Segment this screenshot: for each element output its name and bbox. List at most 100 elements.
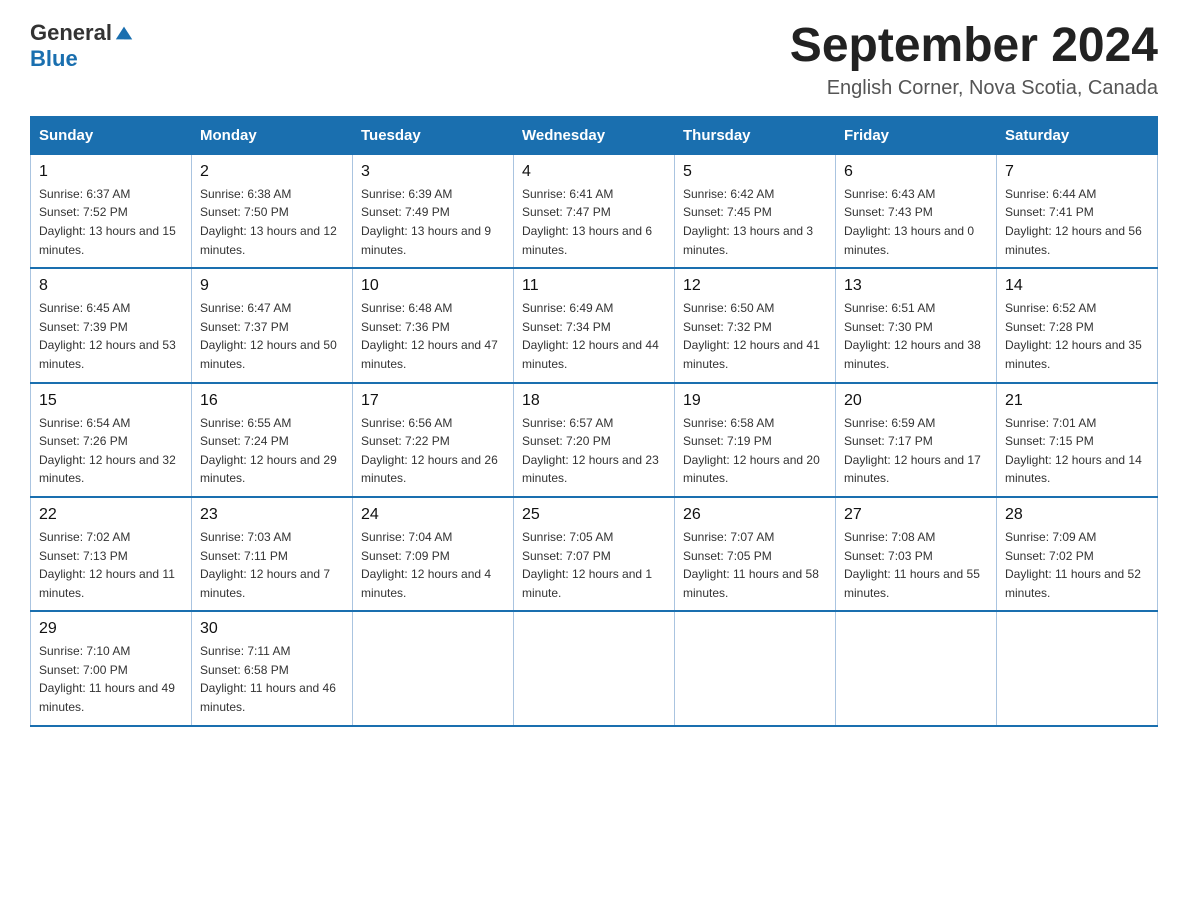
day-info: Sunrise: 6:42 AM Sunset: 7:45 PM Dayligh… bbox=[683, 185, 827, 259]
day-number: 12 bbox=[683, 277, 827, 295]
calendar-week-row: 8 Sunrise: 6:45 AM Sunset: 7:39 PM Dayli… bbox=[31, 268, 1158, 382]
calendar-cell: 29 Sunrise: 7:10 AM Sunset: 7:00 PM Dayl… bbox=[31, 611, 192, 725]
calendar-week-row: 1 Sunrise: 6:37 AM Sunset: 7:52 PM Dayli… bbox=[31, 154, 1158, 268]
day-number: 6 bbox=[844, 163, 988, 181]
location-subtitle: English Corner, Nova Scotia, Canada bbox=[790, 77, 1158, 100]
weekday-header-saturday: Saturday bbox=[997, 116, 1158, 154]
day-info: Sunrise: 6:55 AM Sunset: 7:24 PM Dayligh… bbox=[200, 414, 344, 488]
page-header: General Blue September 2024 English Corn… bbox=[30, 20, 1158, 100]
day-info: Sunrise: 6:47 AM Sunset: 7:37 PM Dayligh… bbox=[200, 299, 344, 373]
calendar-cell: 15 Sunrise: 6:54 AM Sunset: 7:26 PM Dayl… bbox=[31, 383, 192, 497]
day-number: 1 bbox=[39, 163, 183, 181]
day-info: Sunrise: 7:04 AM Sunset: 7:09 PM Dayligh… bbox=[361, 528, 505, 602]
calendar-cell: 9 Sunrise: 6:47 AM Sunset: 7:37 PM Dayli… bbox=[192, 268, 353, 382]
calendar-cell: 6 Sunrise: 6:43 AM Sunset: 7:43 PM Dayli… bbox=[836, 154, 997, 268]
calendar-cell: 13 Sunrise: 6:51 AM Sunset: 7:30 PM Dayl… bbox=[836, 268, 997, 382]
calendar-body: 1 Sunrise: 6:37 AM Sunset: 7:52 PM Dayli… bbox=[31, 154, 1158, 725]
day-number: 5 bbox=[683, 163, 827, 181]
weekday-header-wednesday: Wednesday bbox=[514, 116, 675, 154]
day-info: Sunrise: 7:08 AM Sunset: 7:03 PM Dayligh… bbox=[844, 528, 988, 602]
day-number: 9 bbox=[200, 277, 344, 295]
day-number: 30 bbox=[200, 620, 344, 638]
day-info: Sunrise: 7:09 AM Sunset: 7:02 PM Dayligh… bbox=[1005, 528, 1149, 602]
calendar-cell bbox=[997, 611, 1158, 725]
day-info: Sunrise: 6:52 AM Sunset: 7:28 PM Dayligh… bbox=[1005, 299, 1149, 373]
calendar-cell: 8 Sunrise: 6:45 AM Sunset: 7:39 PM Dayli… bbox=[31, 268, 192, 382]
day-info: Sunrise: 6:56 AM Sunset: 7:22 PM Dayligh… bbox=[361, 414, 505, 488]
calendar-cell: 30 Sunrise: 7:11 AM Sunset: 6:58 PM Dayl… bbox=[192, 611, 353, 725]
day-info: Sunrise: 6:45 AM Sunset: 7:39 PM Dayligh… bbox=[39, 299, 183, 373]
calendar-week-row: 22 Sunrise: 7:02 AM Sunset: 7:13 PM Dayl… bbox=[31, 497, 1158, 611]
calendar-week-row: 29 Sunrise: 7:10 AM Sunset: 7:00 PM Dayl… bbox=[31, 611, 1158, 725]
month-title: September 2024 bbox=[790, 20, 1158, 73]
day-info: Sunrise: 6:54 AM Sunset: 7:26 PM Dayligh… bbox=[39, 414, 183, 488]
calendar-cell: 18 Sunrise: 6:57 AM Sunset: 7:20 PM Dayl… bbox=[514, 383, 675, 497]
calendar-week-row: 15 Sunrise: 6:54 AM Sunset: 7:26 PM Dayl… bbox=[31, 383, 1158, 497]
calendar-cell: 16 Sunrise: 6:55 AM Sunset: 7:24 PM Dayl… bbox=[192, 383, 353, 497]
calendar-table: SundayMondayTuesdayWednesdayThursdayFrid… bbox=[30, 116, 1158, 727]
day-number: 18 bbox=[522, 392, 666, 410]
day-number: 17 bbox=[361, 392, 505, 410]
weekday-header-monday: Monday bbox=[192, 116, 353, 154]
day-info: Sunrise: 7:02 AM Sunset: 7:13 PM Dayligh… bbox=[39, 528, 183, 602]
calendar-cell: 10 Sunrise: 6:48 AM Sunset: 7:36 PM Dayl… bbox=[353, 268, 514, 382]
day-info: Sunrise: 7:11 AM Sunset: 6:58 PM Dayligh… bbox=[200, 642, 344, 716]
day-number: 8 bbox=[39, 277, 183, 295]
day-number: 28 bbox=[1005, 506, 1149, 524]
calendar-cell: 3 Sunrise: 6:39 AM Sunset: 7:49 PM Dayli… bbox=[353, 154, 514, 268]
day-info: Sunrise: 6:48 AM Sunset: 7:36 PM Dayligh… bbox=[361, 299, 505, 373]
weekday-header-sunday: Sunday bbox=[31, 116, 192, 154]
day-number: 24 bbox=[361, 506, 505, 524]
calendar-cell: 11 Sunrise: 6:49 AM Sunset: 7:34 PM Dayl… bbox=[514, 268, 675, 382]
day-number: 13 bbox=[844, 277, 988, 295]
day-number: 7 bbox=[1005, 163, 1149, 181]
day-number: 2 bbox=[200, 163, 344, 181]
calendar-cell: 12 Sunrise: 6:50 AM Sunset: 7:32 PM Dayl… bbox=[675, 268, 836, 382]
day-info: Sunrise: 7:01 AM Sunset: 7:15 PM Dayligh… bbox=[1005, 414, 1149, 488]
day-number: 11 bbox=[522, 277, 666, 295]
calendar-cell: 23 Sunrise: 7:03 AM Sunset: 7:11 PM Dayl… bbox=[192, 497, 353, 611]
day-number: 14 bbox=[1005, 277, 1149, 295]
calendar-cell: 17 Sunrise: 6:56 AM Sunset: 7:22 PM Dayl… bbox=[353, 383, 514, 497]
day-number: 25 bbox=[522, 506, 666, 524]
logo-icon bbox=[114, 23, 134, 43]
day-number: 23 bbox=[200, 506, 344, 524]
day-info: Sunrise: 6:58 AM Sunset: 7:19 PM Dayligh… bbox=[683, 414, 827, 488]
calendar-cell: 2 Sunrise: 6:38 AM Sunset: 7:50 PM Dayli… bbox=[192, 154, 353, 268]
calendar-cell: 14 Sunrise: 6:52 AM Sunset: 7:28 PM Dayl… bbox=[997, 268, 1158, 382]
calendar-cell: 22 Sunrise: 7:02 AM Sunset: 7:13 PM Dayl… bbox=[31, 497, 192, 611]
calendar-cell bbox=[675, 611, 836, 725]
calendar-cell bbox=[514, 611, 675, 725]
day-number: 4 bbox=[522, 163, 666, 181]
day-number: 21 bbox=[1005, 392, 1149, 410]
calendar-cell: 4 Sunrise: 6:41 AM Sunset: 7:47 PM Dayli… bbox=[514, 154, 675, 268]
day-info: Sunrise: 7:05 AM Sunset: 7:07 PM Dayligh… bbox=[522, 528, 666, 602]
day-number: 20 bbox=[844, 392, 988, 410]
calendar-cell: 21 Sunrise: 7:01 AM Sunset: 7:15 PM Dayl… bbox=[997, 383, 1158, 497]
logo-blue-text: Blue bbox=[30, 46, 78, 71]
calendar-cell: 24 Sunrise: 7:04 AM Sunset: 7:09 PM Dayl… bbox=[353, 497, 514, 611]
day-info: Sunrise: 6:43 AM Sunset: 7:43 PM Dayligh… bbox=[844, 185, 988, 259]
logo-general-text: General bbox=[30, 20, 112, 46]
weekday-header-row: SundayMondayTuesdayWednesdayThursdayFrid… bbox=[31, 116, 1158, 154]
weekday-header-tuesday: Tuesday bbox=[353, 116, 514, 154]
day-number: 29 bbox=[39, 620, 183, 638]
calendar-cell: 19 Sunrise: 6:58 AM Sunset: 7:19 PM Dayl… bbox=[675, 383, 836, 497]
day-info: Sunrise: 6:38 AM Sunset: 7:50 PM Dayligh… bbox=[200, 185, 344, 259]
weekday-header-friday: Friday bbox=[836, 116, 997, 154]
calendar-cell: 7 Sunrise: 6:44 AM Sunset: 7:41 PM Dayli… bbox=[997, 154, 1158, 268]
calendar-cell: 5 Sunrise: 6:42 AM Sunset: 7:45 PM Dayli… bbox=[675, 154, 836, 268]
day-number: 10 bbox=[361, 277, 505, 295]
day-info: Sunrise: 6:57 AM Sunset: 7:20 PM Dayligh… bbox=[522, 414, 666, 488]
day-info: Sunrise: 6:50 AM Sunset: 7:32 PM Dayligh… bbox=[683, 299, 827, 373]
day-number: 15 bbox=[39, 392, 183, 410]
calendar-cell: 25 Sunrise: 7:05 AM Sunset: 7:07 PM Dayl… bbox=[514, 497, 675, 611]
day-info: Sunrise: 6:49 AM Sunset: 7:34 PM Dayligh… bbox=[522, 299, 666, 373]
day-info: Sunrise: 7:03 AM Sunset: 7:11 PM Dayligh… bbox=[200, 528, 344, 602]
calendar-cell: 27 Sunrise: 7:08 AM Sunset: 7:03 PM Dayl… bbox=[836, 497, 997, 611]
day-number: 26 bbox=[683, 506, 827, 524]
day-info: Sunrise: 6:41 AM Sunset: 7:47 PM Dayligh… bbox=[522, 185, 666, 259]
day-number: 16 bbox=[200, 392, 344, 410]
day-info: Sunrise: 6:44 AM Sunset: 7:41 PM Dayligh… bbox=[1005, 185, 1149, 259]
weekday-header-thursday: Thursday bbox=[675, 116, 836, 154]
